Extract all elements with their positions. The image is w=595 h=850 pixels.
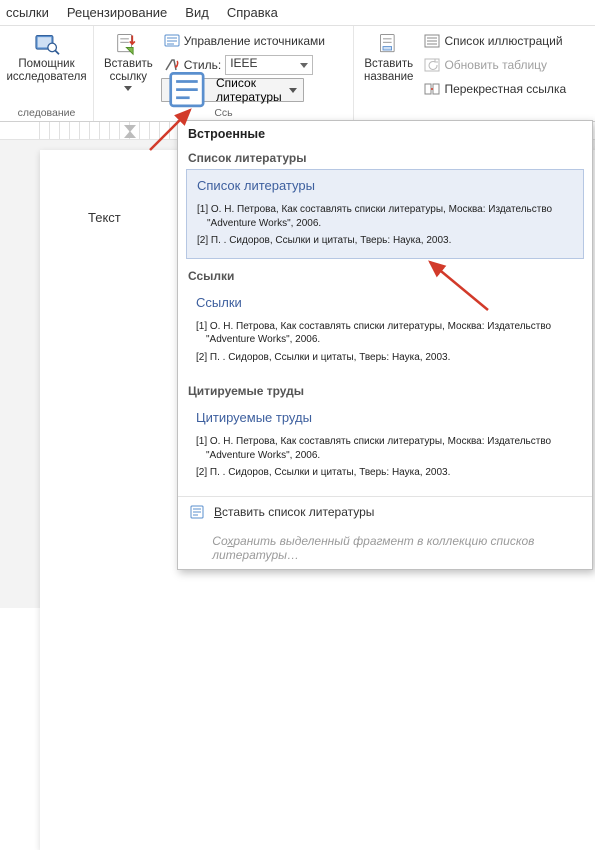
preview-entry: [1] О. Н. Петрова, Как составлять списки… (206, 320, 574, 347)
figures-list-label: Список иллюстраций (444, 34, 562, 48)
group-captions-label (360, 106, 589, 119)
bibliography-preview[interactable]: Ссылки [1] О. Н. Петрова, Как составлять … (186, 287, 584, 375)
style-select[interactable]: IEEE (225, 55, 313, 75)
group-research-label: следование (6, 106, 87, 119)
researcher-label: Помощник исследователя (6, 58, 86, 84)
tab-links[interactable]: ссылки (6, 5, 49, 20)
dropdown-category: Цитируемые труды (178, 380, 592, 400)
group-citations: Вставить ссылку Управление источниками С… (94, 26, 354, 121)
preview-entry: [2] П. . Сидоров, Ссылки и цитаты, Тверь… (206, 466, 574, 480)
insert-citation-button[interactable]: Вставить ссылку (100, 30, 157, 93)
bibliography-icon (190, 504, 206, 520)
preview-title: Цитируемые труды (196, 410, 574, 425)
insert-citation-label: Вставить ссылку (104, 58, 153, 84)
book-magnify-icon (33, 32, 61, 56)
dropdown-footer: Вставить список литературы Сохранить выд… (178, 496, 592, 569)
bibliography-label: Список литературы (216, 76, 282, 104)
tab-review[interactable]: Рецензирование (67, 5, 167, 20)
dropdown-builtin-head: Встроенные (178, 121, 592, 147)
group-research: Помощник исследователя следование (0, 26, 94, 121)
cross-ref-button[interactable]: Перекрестная ссылка (421, 78, 569, 100)
preview-entry: [2] П. . Сидоров, Ссылки и цитаты, Тверь… (206, 351, 574, 365)
researcher-button[interactable]: Помощник исследователя (2, 30, 90, 86)
cross-ref-label: Перекрестная ссылка (444, 82, 566, 96)
update-table-button: Обновить таблицу (421, 54, 569, 76)
preview-title: Ссылки (196, 295, 574, 310)
figures-list-button[interactable]: Список иллюстраций (421, 30, 569, 52)
manage-sources-button[interactable]: Управление источниками (161, 30, 328, 52)
sources-icon (164, 33, 180, 49)
bibliography-preview[interactable]: Список литературы [1] О. Н. Петрова, Как … (186, 169, 584, 259)
insert-bibliography-item[interactable]: Вставить список литературы (178, 497, 592, 527)
bibliography-dropdown: Встроенные Список литературыСписок литер… (177, 120, 593, 570)
insert-caption-label: Вставить название (364, 58, 413, 84)
tab-view[interactable]: Вид (185, 5, 209, 20)
insert-bibliography-label: Вставить список литературы (214, 505, 374, 519)
manage-sources-label: Управление источниками (184, 34, 325, 48)
preview-entry: [1] О. Н. Петрова, Как составлять списки… (206, 435, 574, 462)
update-icon (424, 57, 440, 73)
chevron-down-icon (289, 88, 297, 93)
dropdown-category: Список литературы (178, 147, 592, 167)
figures-list-icon (424, 33, 440, 49)
style-value: IEEE (230, 56, 257, 70)
tab-help[interactable]: Справка (227, 5, 278, 20)
chevron-down-icon (124, 86, 132, 91)
ribbon-tabs: ссылки Рецензирование Вид Справка (0, 0, 595, 26)
preview-title: Список литературы (197, 178, 573, 193)
insert-caption-button[interactable]: Вставить название (360, 30, 417, 86)
preview-entry: [1] О. Н. Петрова, Как составлять списки… (207, 203, 573, 230)
save-selection-label: Сохранить выделенный фрагмент в коллекци… (212, 534, 580, 562)
dropdown-category: Ссылки (178, 265, 592, 285)
group-citations-label: Ссь (100, 106, 347, 119)
bibliography-preview[interactable]: Цитируемые труды [1] О. Н. Петрова, Как с… (186, 402, 584, 490)
group-captions: Вставить название Список иллюстраций Обн… (354, 26, 595, 121)
save-selection-item: Сохранить выделенный фрагмент в коллекци… (178, 527, 592, 569)
indent-marker-icon[interactable] (124, 131, 136, 139)
ribbon: Помощник исследователя следование Встави… (0, 26, 595, 122)
bibliography-button[interactable]: Список литературы (161, 78, 304, 102)
caption-icon (375, 32, 403, 56)
insert-citation-icon (114, 32, 142, 56)
page-text: Текст (88, 210, 121, 225)
cross-ref-icon (424, 81, 440, 97)
preview-entry: [2] П. . Сидоров, Ссылки и цитаты, Тверь… (207, 234, 573, 248)
update-table-label: Обновить таблицу (444, 58, 547, 72)
